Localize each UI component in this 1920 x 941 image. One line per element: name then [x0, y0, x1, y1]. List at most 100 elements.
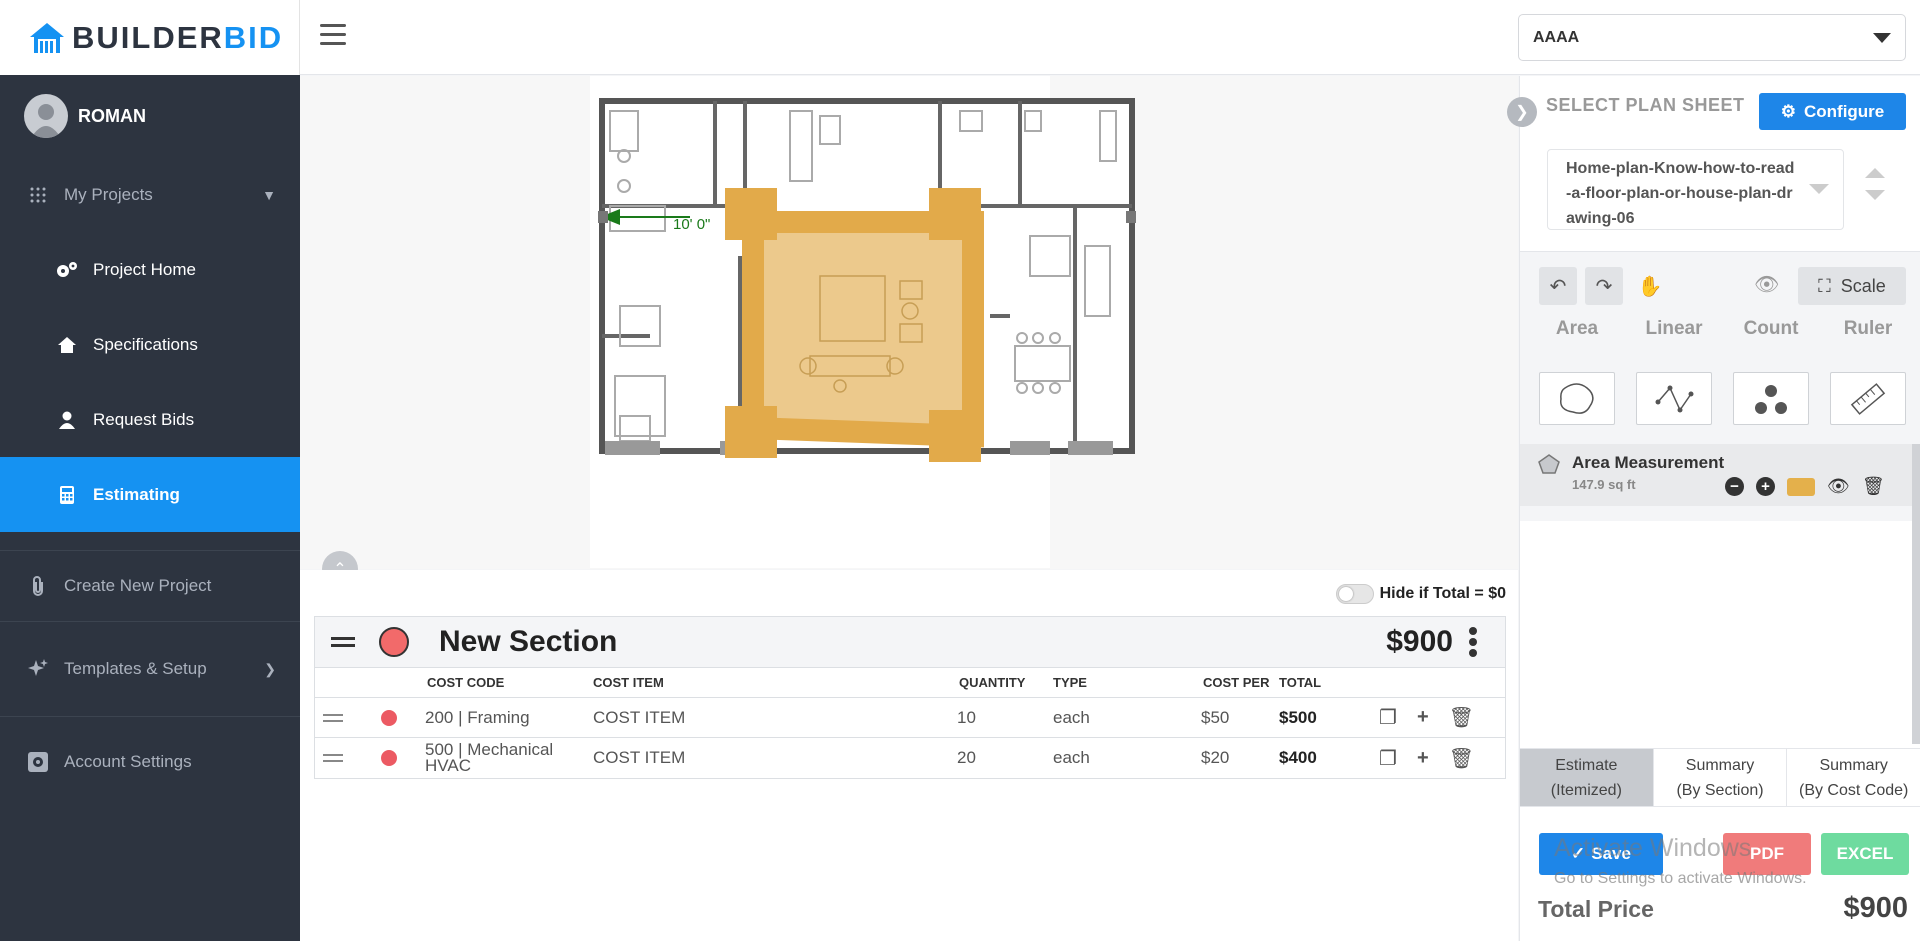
brand-name-part2: BID — [223, 19, 284, 55]
section-total: $900 — [1386, 625, 1453, 658]
user-profile[interactable]: ROMAN — [0, 75, 300, 157]
ruler-tool-button[interactable] — [1830, 372, 1906, 425]
copy-icon[interactable]: ❐ — [1379, 705, 1397, 730]
section-title[interactable]: New Section — [439, 625, 617, 659]
row-cost-per[interactable]: $20 — [1179, 748, 1279, 768]
row-drag-handle-icon[interactable] — [315, 750, 363, 766]
table-row[interactable]: 200 | Framing COST ITEM 10 each $50 $500… — [315, 698, 1505, 738]
total-price-value: $900 — [1843, 892, 1908, 924]
gears-icon — [55, 261, 79, 279]
trash-icon[interactable]: 🗑 — [1862, 476, 1885, 497]
row-color-dot[interactable] — [381, 750, 397, 766]
row-cost-code[interactable]: 200 | Framing — [413, 708, 593, 728]
tab-estimate-itemized[interactable]: Estimate (Itemized) — [1520, 749, 1654, 806]
excel-label: EXCEL — [1836, 844, 1894, 863]
nav-create-new-project[interactable]: Create New Project — [0, 551, 300, 621]
project-select[interactable]: AAAA — [1518, 14, 1906, 61]
hide-zero-label: Hide if Total = $0 — [1379, 585, 1506, 602]
visibility-eye-icon[interactable]: 👁 — [1827, 476, 1850, 497]
color-swatch[interactable] — [1787, 477, 1815, 496]
nav-templates-setup[interactable]: Templates & Setup ❯ — [0, 622, 300, 716]
nav-request-bids[interactable]: Request Bids — [0, 382, 300, 457]
panel-scrollbar[interactable] — [1912, 444, 1920, 744]
row-type[interactable]: each — [1053, 748, 1179, 768]
copy-icon[interactable]: ❐ — [1379, 746, 1397, 771]
avatar — [24, 94, 68, 138]
nav-account-settings[interactable]: Account Settings — [0, 717, 300, 807]
nav-my-projects[interactable]: My Projects ▼ — [0, 157, 300, 232]
col-total: TOTAL — [1279, 675, 1322, 690]
nav-project-home[interactable]: Project Home — [0, 232, 300, 307]
expand-icon: ⛶ — [1818, 275, 1831, 296]
excel-button[interactable]: EXCEL — [1821, 833, 1909, 875]
tab-label-line1: Summary — [1685, 757, 1755, 774]
count-tool-label: Count — [1743, 318, 1799, 339]
visibility-eye-icon[interactable]: 👁 — [1754, 272, 1779, 297]
linear-tool-button[interactable] — [1636, 372, 1712, 425]
hand-icon: ✋ — [1637, 275, 1663, 298]
minus-circle-icon[interactable]: − — [1725, 477, 1744, 496]
trash-icon[interactable]: 🗑 — [1449, 705, 1474, 730]
nav-create-new-project-label: Create New Project — [64, 576, 212, 595]
row-color-dot[interactable] — [381, 709, 397, 726]
expand-panel-button[interactable]: ❯ — [1507, 97, 1537, 127]
area-tool-button[interactable] — [1539, 372, 1615, 425]
area-measurement-item[interactable]: Area Measurement 147.9 sq ft − + 👁 🗑 — [1520, 444, 1920, 506]
brand-logo[interactable]: BUILDERBID — [0, 0, 300, 75]
drag-handle-icon[interactable] — [331, 633, 355, 651]
count-tool-button[interactable] — [1733, 372, 1809, 425]
hide-zero-toggle[interactable]: Hide if Total = $0 — [1335, 584, 1506, 604]
nav-specifications[interactable]: Specifications — [0, 307, 300, 382]
section-header: New Section $900 — [315, 617, 1505, 668]
redo-button[interactable]: ↷ — [1585, 267, 1623, 305]
measurement-title[interactable]: Area Measurement — [1572, 453, 1724, 473]
nav-estimating[interactable]: Estimating — [0, 457, 300, 532]
plus-icon[interactable]: + — [1417, 747, 1429, 770]
grid-dots-icon — [26, 186, 50, 204]
windows-watermark-subtitle: Go to Settings to activate Windows. — [1554, 870, 1807, 887]
row-cost-item[interactable]: COST ITEM — [593, 748, 953, 768]
trash-icon[interactable]: 🗑 — [1449, 746, 1474, 771]
row-quantity[interactable]: 20 — [953, 748, 1053, 768]
undo-button[interactable]: ↶ — [1539, 267, 1577, 305]
row-drag-handle-icon[interactable] — [315, 710, 363, 726]
undo-icon: ↶ — [1549, 275, 1567, 298]
hamburger-menu-icon[interactable] — [320, 24, 346, 51]
row-cost-code[interactable]: 500 | Mechanical HVAC — [413, 741, 593, 774]
save-button[interactable]: ✓ Save — [1539, 833, 1663, 875]
plus-icon[interactable]: + — [1417, 706, 1429, 729]
plan-viewer[interactable]: 10' 0" — [300, 76, 1518, 569]
row-quantity[interactable]: 10 — [953, 708, 1053, 728]
arrow-down-icon[interactable] — [1865, 190, 1885, 200]
tab-summary-by-section[interactable]: Summary (By Section) — [1654, 749, 1788, 806]
toggle-switch[interactable] — [1335, 584, 1374, 604]
pan-button[interactable]: ✋ — [1631, 267, 1669, 305]
floor-plan-drawing[interactable]: 10' 0" — [590, 76, 1518, 568]
scale-button[interactable]: ⛶ Scale — [1798, 267, 1906, 305]
plus-circle-icon[interactable]: + — [1756, 477, 1775, 496]
kebab-menu-icon[interactable] — [1469, 627, 1477, 660]
plan-sheet-select[interactable]: Home-plan-Know-how-to-read-a-floor-plan-… — [1547, 149, 1844, 230]
dimension-label: 10' 0" — [673, 216, 710, 233]
row-cost-item[interactable]: COST ITEM — [593, 708, 953, 728]
tab-summary-by-cost-code[interactable]: Summary (By Cost Code) — [1787, 749, 1920, 806]
sheet-stepper[interactable] — [1865, 168, 1885, 212]
pdf-button[interactable]: PDF — [1723, 833, 1811, 875]
arrow-up-icon[interactable] — [1865, 168, 1885, 178]
section-color-dot[interactable] — [379, 627, 409, 657]
measurement-value: 147.9 sq ft — [1572, 477, 1636, 492]
row-cost-per[interactable]: $50 — [1179, 708, 1279, 728]
count-dots-icon — [1755, 384, 1787, 414]
user-icon — [55, 411, 79, 429]
pentagon-icon — [1538, 454, 1560, 474]
house-logo-icon — [30, 22, 64, 53]
row-type[interactable]: each — [1053, 708, 1179, 728]
configure-button[interactable]: ⚙ Configure — [1759, 93, 1906, 130]
linear-tool-label: Linear — [1645, 318, 1703, 339]
ruler-icon — [1850, 382, 1886, 415]
tab-label-line1: Estimate — [1555, 757, 1618, 774]
table-row[interactable]: 500 | Mechanical HVAC COST ITEM 20 each … — [315, 738, 1505, 778]
linear-shape-icon — [1655, 385, 1694, 412]
chevron-down-icon: ▼ — [262, 186, 276, 203]
nav-account-settings-label: Account Settings — [64, 752, 192, 771]
